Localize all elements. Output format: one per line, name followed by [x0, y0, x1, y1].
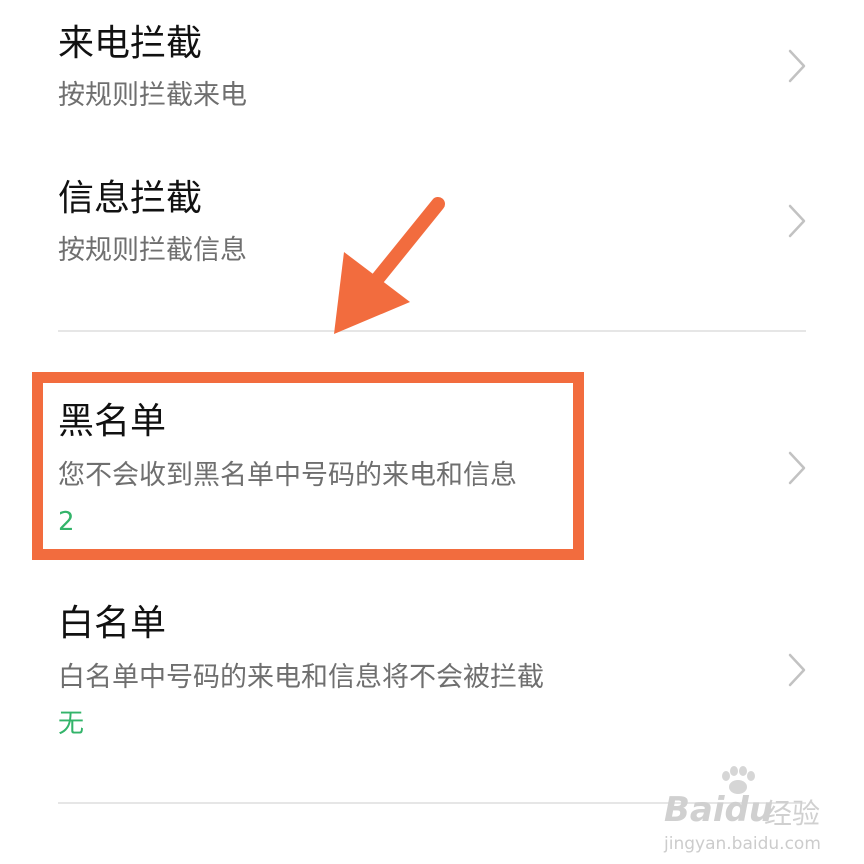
item-title: 白名单: [58, 603, 167, 644]
item-subtitle: 白名单中号码的来电和信息将不会被拦截: [58, 662, 544, 693]
watermark-product: 经验: [764, 797, 821, 830]
highlight-box: [32, 372, 584, 560]
watermark-url: jingyan.baidu.com: [664, 834, 821, 854]
chevron-right-icon: [788, 653, 806, 687]
item-subtitle: 按规则拦截来电: [58, 80, 247, 111]
item-title: 来电拦截: [58, 23, 203, 64]
settings-item-whitelist[interactable]: 白名单 白名单中号码的来电和信息将不会被拦截 无: [0, 590, 864, 780]
item-subtitle: 按规则拦截信息: [58, 235, 247, 266]
settings-item-call-block[interactable]: 来电拦截 按规则拦截来电: [0, 0, 864, 140]
chevron-right-icon: [788, 451, 806, 485]
chevron-right-icon: [788, 49, 806, 83]
section-divider: [58, 330, 806, 332]
item-title: 信息拦截: [58, 178, 203, 219]
chevron-right-icon: [788, 204, 806, 238]
item-value: 无: [58, 709, 85, 739]
settings-item-message-block[interactable]: 信息拦截 按规则拦截信息: [0, 150, 864, 310]
watermark-brand: Baidu: [664, 790, 774, 830]
baidu-watermark: Baidu 经验 jingyan.baidu.com: [664, 764, 824, 856]
